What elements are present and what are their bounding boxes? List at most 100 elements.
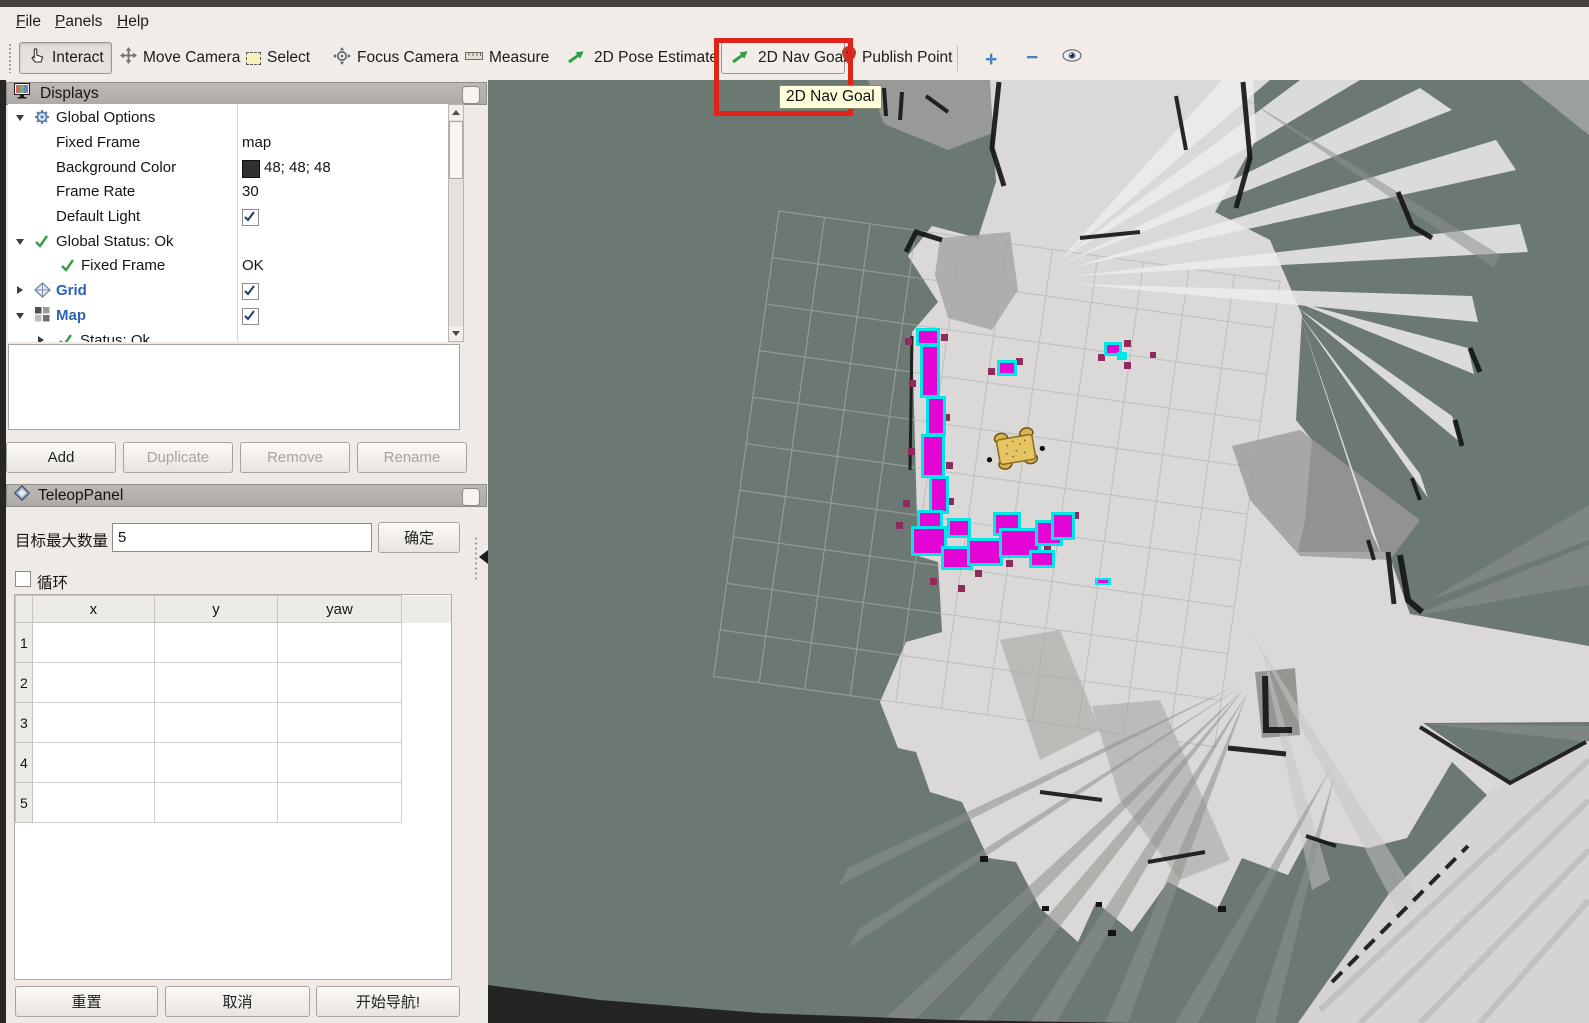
max-goals-input[interactable] [112, 523, 372, 552]
rename-button[interactable]: Rename [357, 442, 467, 473]
grid-enabled-checkbox[interactable] [242, 283, 259, 300]
tree-row-map-status-clipped[interactable]: Status: Ok [8, 329, 448, 342]
selection-box-icon [246, 52, 261, 65]
column-header-yaw[interactable]: yaw [278, 596, 402, 623]
displays-panel-header[interactable]: Displays [6, 82, 487, 105]
cell-y-2[interactable] [154, 663, 277, 703]
panel-float-button[interactable] [462, 86, 480, 104]
toolbar-drag-handle[interactable] [8, 43, 13, 73]
tree-item-label: Fixed Frame [56, 134, 140, 151]
teleop-panel-header[interactable]: TeleopPanel [6, 484, 487, 507]
goals-table-viewport[interactable]: x y yaw 1 2 3 [14, 594, 452, 980]
tree-row-global-status[interactable]: Global Status: Ok [8, 230, 448, 255]
splitter-handle-dots [475, 536, 477, 582]
expander-down-icon[interactable] [16, 313, 24, 319]
header-filler [401, 596, 450, 623]
focus-camera-label: Focus Camera [357, 49, 459, 67]
background-color-value[interactable]: 48; 48; 48 [264, 159, 331, 176]
menu-file[interactable]: File [12, 10, 45, 34]
move-camera-tool[interactable]: Move Camera [120, 42, 240, 74]
cell-y-1[interactable] [154, 623, 277, 663]
confirm-button[interactable]: 确定 [378, 522, 460, 553]
tree-row-global-options[interactable]: Global Options [8, 106, 448, 131]
tree-row-background-color[interactable]: Background Color 48; 48; 48 [8, 156, 448, 181]
color-swatch[interactable] [242, 160, 260, 178]
remove-display-button[interactable]: − [1026, 42, 1038, 74]
scroll-up-icon[interactable] [449, 105, 463, 120]
tree-item-label: Grid [56, 282, 87, 299]
cell-x-3[interactable] [32, 703, 154, 743]
expander-right-icon[interactable] [17, 286, 23, 294]
tree-row-fixed-frame[interactable]: Fixed Frame map [8, 131, 448, 156]
cell-yaw-3[interactable] [278, 703, 402, 743]
focus-camera-tool[interactable]: Focus Camera [333, 42, 459, 74]
reset-button[interactable]: 重置 [15, 986, 158, 1017]
cell-x-4[interactable] [32, 743, 154, 783]
cell-y-3[interactable] [154, 703, 277, 743]
cell-x-5[interactable] [32, 783, 154, 823]
expander-right-icon[interactable] [38, 336, 44, 342]
column-header-y[interactable]: y [154, 596, 277, 623]
tree-item-label: Default Light [56, 208, 140, 225]
row-header-1[interactable]: 1 [16, 623, 33, 663]
status-ok-check-icon [34, 234, 49, 253]
nav-goal-tooltip: 2D Nav Goal [779, 85, 882, 109]
select-tool[interactable]: Select [246, 42, 310, 74]
left-dock-area: Displays Global Options Fixed Frame [6, 80, 488, 1023]
expander-down-icon[interactable] [16, 115, 24, 121]
measure-tool[interactable]: Measure [465, 42, 549, 74]
move-camera-label: Move Camera [143, 49, 240, 67]
cell-x-2[interactable] [32, 663, 154, 703]
cell-y-4[interactable] [154, 743, 277, 783]
loop-checkbox[interactable] [15, 571, 31, 587]
tree-row-frame-rate[interactable]: Frame Rate 30 [8, 180, 448, 205]
fixed-frame-status-value: OK [242, 257, 264, 274]
tree-item-label: Global Options [56, 109, 155, 126]
row-header-3[interactable]: 3 [16, 703, 33, 743]
interact-tool-button[interactable]: Interact [19, 42, 112, 74]
menu-bar: File Panels Help [0, 7, 1589, 37]
tree-row-fixed-frame-status[interactable]: Fixed Frame OK [8, 254, 448, 279]
tree-row-map[interactable]: Map [8, 304, 448, 329]
map-enabled-checkbox[interactable] [242, 308, 259, 325]
row-header-2[interactable]: 2 [16, 663, 33, 703]
tree-row-default-light[interactable]: Default Light [8, 205, 448, 230]
tree-scrollbar[interactable] [448, 104, 464, 342]
cell-yaw-2[interactable] [278, 663, 402, 703]
row-header-4[interactable]: 4 [16, 743, 33, 783]
render-viewport[interactable] [488, 80, 1589, 1023]
expander-down-icon[interactable] [16, 239, 24, 245]
cell-yaw-4[interactable] [278, 743, 402, 783]
cell-yaw-5[interactable] [278, 783, 402, 823]
collapse-left-icon[interactable] [479, 550, 488, 564]
add-display-button[interactable]: + [985, 44, 997, 76]
frame-rate-value[interactable]: 30 [242, 183, 259, 200]
measure-label: Measure [489, 49, 549, 67]
tree-item-label: Fixed Frame [81, 257, 165, 274]
pose-estimate-tool[interactable]: 2D Pose Estimate [568, 42, 718, 74]
scrollbar-thumb[interactable] [449, 121, 463, 179]
panel-float-button[interactable] [462, 488, 480, 506]
remove-button[interactable]: Remove [240, 442, 350, 473]
displays-tree[interactable]: Global Options Fixed Frame map Backgroun… [8, 104, 448, 342]
publish-point-tool[interactable]: Publish Point [842, 42, 952, 74]
cell-x-1[interactable] [32, 623, 154, 663]
menu-help[interactable]: Help [113, 10, 153, 34]
scroll-down-icon[interactable] [449, 326, 463, 341]
row-header-5[interactable]: 5 [16, 783, 33, 823]
add-button[interactable]: Add [6, 442, 116, 473]
cell-y-5[interactable] [154, 783, 277, 823]
tree-row-grid[interactable]: Grid [8, 279, 448, 304]
display-description-box [8, 344, 460, 430]
fixed-frame-value[interactable]: map [242, 134, 271, 151]
column-header-x[interactable]: x [32, 596, 154, 623]
duplicate-button[interactable]: Duplicate [123, 442, 233, 473]
start-navigation-button[interactable]: 开始导航! [316, 986, 460, 1017]
panel-splitter[interactable] [472, 536, 488, 582]
cell-yaw-1[interactable] [278, 623, 402, 663]
map-display-icon [35, 307, 50, 327]
default-light-checkbox[interactable] [242, 209, 259, 226]
menu-panels[interactable]: Panels [51, 10, 106, 34]
cancel-button[interactable]: 取消 [165, 986, 310, 1017]
views-button[interactable] [1062, 42, 1082, 74]
